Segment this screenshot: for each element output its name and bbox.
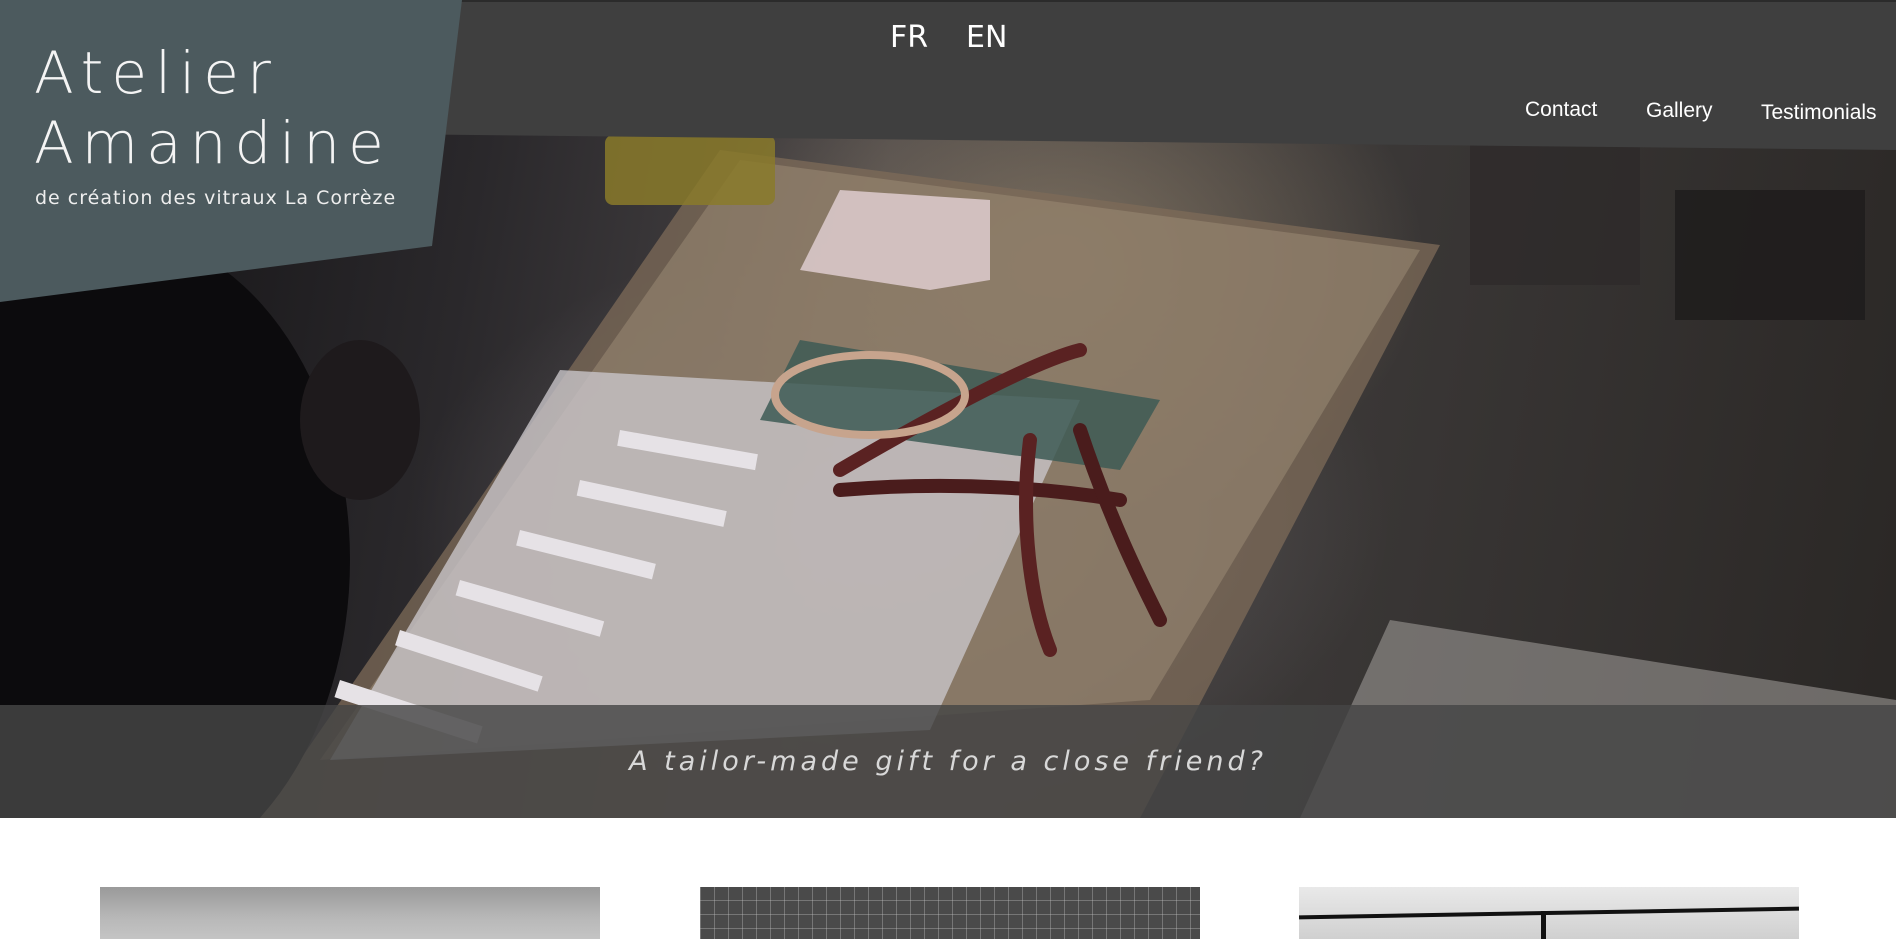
brand-title[interactable]: Atelier Amandine [34, 38, 454, 178]
gallery-thumbnail-2[interactable] [700, 887, 1200, 939]
gallery-thumbnail-1[interactable] [100, 887, 600, 939]
language-en-link[interactable]: EN [966, 20, 1007, 55]
window-frame-line [1299, 906, 1799, 920]
hero-caption-band: A tailor-made gift for a close friend? [0, 705, 1896, 818]
gallery-thumbnail-3[interactable] [1299, 887, 1799, 939]
nav-testimonials-link[interactable]: Testimonials [1761, 101, 1877, 125]
hero-caption: A tailor-made gift for a close friend? [629, 746, 1267, 777]
brand-title-line-1: Atelier [34, 39, 279, 107]
brand-title-line-2: Amandine [34, 109, 392, 177]
window-frame-mullion [1541, 911, 1546, 939]
nav-gallery-link[interactable]: Gallery [1646, 99, 1713, 123]
brand-subtitle: de création des vitraux La Corrèze [35, 187, 397, 209]
language-fr-link[interactable]: FR [890, 20, 928, 55]
nav-contact-link[interactable]: Contact [1525, 98, 1597, 122]
